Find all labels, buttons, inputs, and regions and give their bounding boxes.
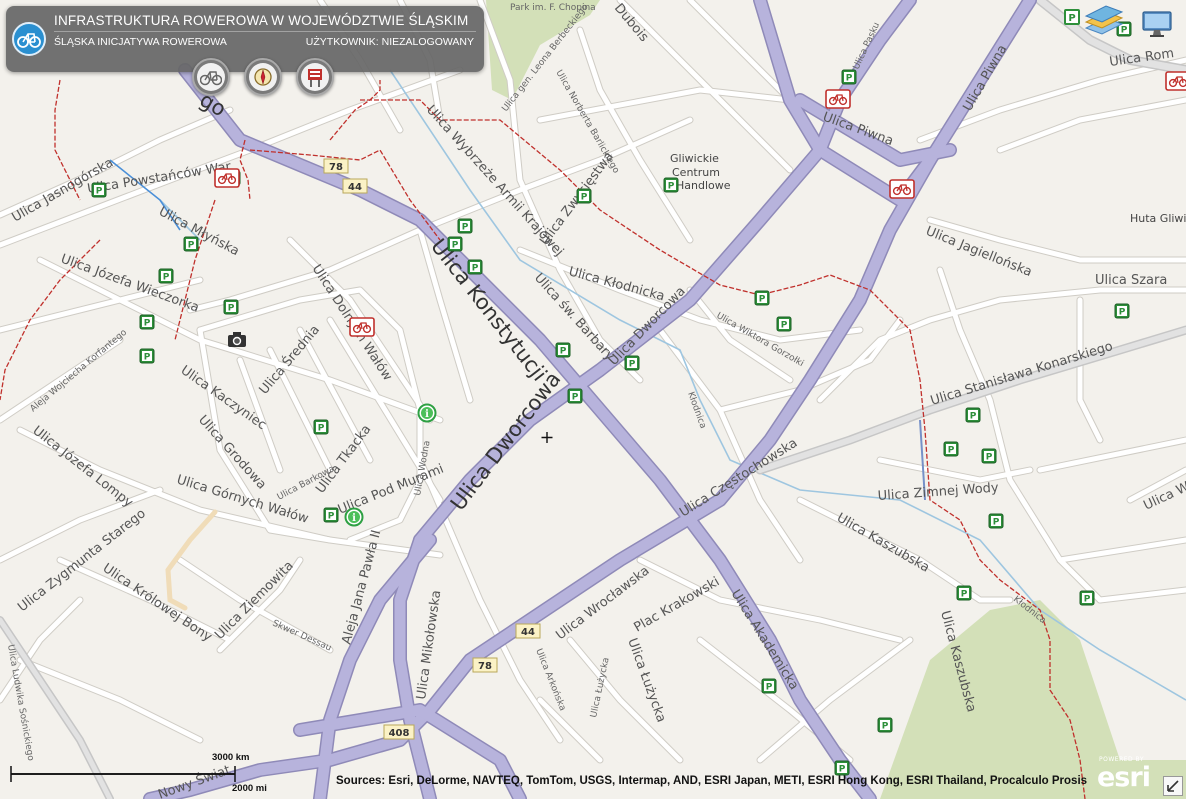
info-board-tool-button[interactable] — [296, 58, 334, 96]
label-szara: Ulica Szara — [1095, 273, 1167, 288]
parking-marker — [965, 407, 981, 423]
bike-marker — [214, 168, 240, 188]
app-title: INFRASTRUKTURA ROWEROWA W WOJEWÓDZTWIE Ś… — [54, 13, 469, 28]
parking-marker — [223, 299, 239, 315]
map-canvas[interactable]: P i — [0, 0, 1186, 799]
parking-marker — [1079, 590, 1095, 606]
parking-marker — [956, 585, 972, 601]
parking-marker — [323, 507, 339, 523]
parking-marker — [624, 355, 640, 371]
esri-wordmark: esri — [1097, 762, 1151, 793]
app-header: INFRASTRUKTURA ROWEROWA W WOJEWÓDZTWIE Ś… — [6, 6, 484, 72]
compass-icon — [254, 68, 272, 86]
arrow-corner-icon — [1167, 780, 1179, 792]
road-shield-78b: 78 — [472, 657, 498, 673]
svg-text:P: P — [1068, 13, 1075, 24]
bicycle-tool-button[interactable] — [192, 58, 230, 96]
info-marker — [344, 507, 364, 527]
compass-tool-button[interactable] — [244, 58, 282, 96]
parking-marker — [834, 760, 850, 776]
parking-marker — [183, 236, 199, 252]
road-shield-78a: 78 — [323, 158, 349, 174]
parking-marker — [467, 259, 483, 275]
parking-marker — [761, 678, 777, 694]
label-chopina-park: Park im. F. Chopina — [510, 3, 596, 13]
scale-km-label: 3000 km — [212, 752, 250, 763]
parking-marker — [754, 290, 770, 306]
layers-button[interactable] — [1082, 4, 1126, 43]
parking-marker — [877, 717, 893, 733]
map-attribution: Sources: Esri, DeLorme, NAVTEQ, TomTom, … — [336, 775, 1088, 787]
svg-text:44: 44 — [348, 182, 362, 193]
label-huta: Huta Gliwice — [1130, 212, 1186, 225]
svg-text:44: 44 — [521, 627, 535, 638]
svg-text:78: 78 — [329, 162, 343, 173]
parking-icon: P — [1064, 9, 1080, 25]
parking-marker — [841, 69, 857, 85]
svg-text:408: 408 — [389, 728, 410, 739]
bicycle-icon — [200, 71, 222, 86]
bike-marker — [1165, 71, 1186, 91]
road-shield-44a: 44 — [342, 178, 368, 194]
bike-marker — [825, 89, 851, 109]
parking-marker — [576, 188, 592, 204]
info-marker — [417, 403, 437, 423]
parking-marker — [91, 182, 107, 198]
road-shield-44b: 44 — [515, 623, 541, 639]
header-divider — [54, 31, 476, 32]
parking-marker — [447, 236, 463, 252]
parking-marker — [663, 177, 679, 193]
label-centrum: Centrum — [672, 166, 720, 179]
parking-marker — [158, 268, 174, 284]
overview-toggle-button[interactable] — [1163, 776, 1183, 796]
esri-logo: POWERED BY esri — [1095, 756, 1157, 793]
parking-marker — [981, 448, 997, 464]
label-handlowe: Handlowe — [676, 179, 731, 192]
parking-marker — [776, 316, 792, 332]
scale-mi-label: 2000 mi — [232, 783, 267, 794]
bike-marker — [349, 317, 375, 337]
basemap-button[interactable] — [1141, 10, 1173, 43]
parking-marker — [567, 388, 583, 404]
label-gliwickie: Gliwickie — [670, 152, 719, 165]
svg-text:78: 78 — [478, 661, 492, 672]
road-shield-408: 408 — [383, 724, 415, 740]
parking-marker — [988, 513, 1004, 529]
layers-icon — [1084, 5, 1124, 35]
bike-marker — [889, 179, 915, 199]
parking-marker — [139, 348, 155, 364]
parking-marker — [139, 314, 155, 330]
parking-marker — [555, 342, 571, 358]
parking-marker — [313, 419, 329, 435]
monitor-icon — [1142, 11, 1172, 37]
parking-marker — [943, 441, 959, 457]
parking-layer-button[interactable]: P — [1063, 8, 1081, 31]
user-status: UŻYTKOWNIK: NIEZALOGOWANY — [305, 36, 474, 48]
bicycle-logo-icon — [12, 22, 46, 56]
parking-marker — [457, 218, 473, 234]
app-subtitle: ŚLĄSKA INICJATYWA ROWEROWA — [54, 36, 227, 48]
parking-marker — [1114, 303, 1130, 319]
info-board-icon — [308, 69, 322, 87]
